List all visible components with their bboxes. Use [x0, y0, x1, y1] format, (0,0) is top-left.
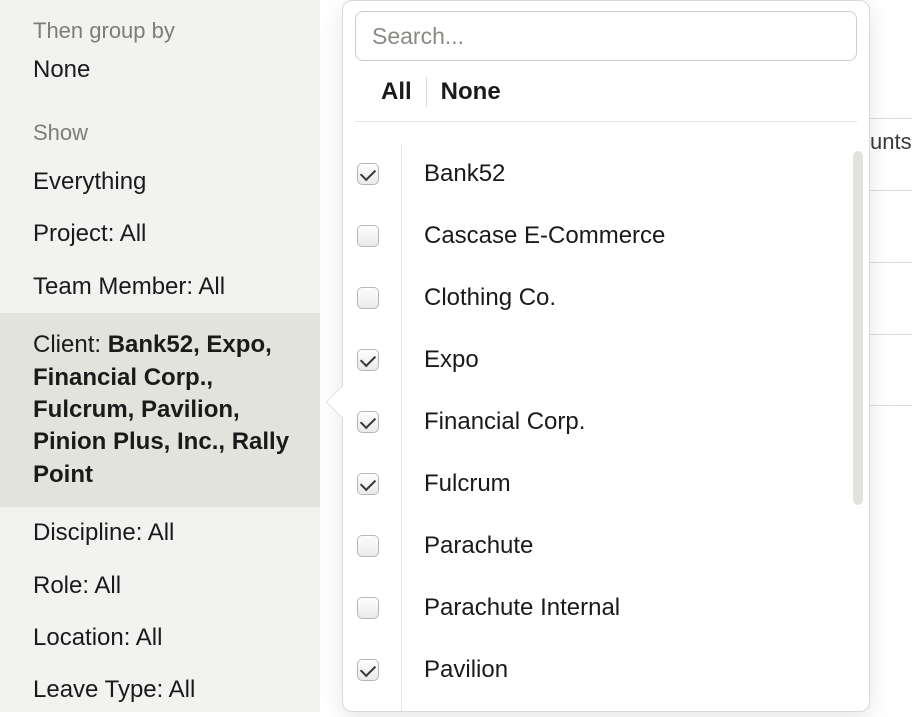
filter-label: Everything — [33, 168, 146, 195]
filter-value: All — [120, 220, 147, 247]
vertical-divider — [401, 391, 402, 453]
checkbox[interactable] — [357, 659, 379, 681]
list-item[interactable]: Pavilion — [343, 639, 869, 701]
option-label: Fulcrum — [424, 470, 869, 498]
filter-client[interactable]: Client: Bank52, Expo, Financial Corp., F… — [0, 313, 320, 507]
filter-team-member[interactable]: Team Member: All — [0, 261, 320, 313]
checkbox[interactable] — [357, 535, 379, 557]
filter-everything[interactable]: Everything — [0, 156, 320, 208]
filter-label: Discipline: — [33, 519, 142, 546]
list-item[interactable]: Clothing Co. — [343, 267, 869, 329]
list-item[interactable]: Pinion Plus, Inc. — [343, 701, 869, 711]
client-option-list[interactable]: Bank52 Cascase E-Commerce Clothing Co. E… — [343, 143, 869, 711]
vertical-divider — [401, 577, 402, 639]
vertical-divider — [401, 329, 402, 391]
vertical-divider — [401, 267, 402, 329]
filter-label: Project: — [33, 220, 114, 247]
filter-value: All — [94, 572, 121, 599]
option-label: Parachute — [424, 532, 869, 560]
search-input[interactable] — [355, 11, 857, 61]
list-item[interactable]: Cascase E-Commerce — [343, 205, 869, 267]
option-label: Clothing Co. — [424, 284, 869, 312]
client-filter-popover: All None Bank52 Cascase E-Commerce Cloth… — [342, 0, 870, 712]
filter-project[interactable]: Project: All — [0, 208, 320, 260]
option-label: Expo — [424, 346, 869, 374]
select-none-button[interactable]: None — [427, 78, 515, 106]
filter-discipline[interactable]: Discipline: All — [0, 507, 320, 559]
select-buttons-row: All None — [355, 61, 857, 122]
background-content: unts — [870, 118, 912, 418]
bg-column-header-fragment: unts — [870, 119, 912, 155]
filter-label: Role: — [33, 572, 89, 599]
filter-value: All — [148, 519, 175, 546]
checkbox[interactable] — [357, 349, 379, 371]
vertical-divider — [401, 143, 402, 205]
option-label: Parachute Internal — [424, 594, 869, 622]
list-item[interactable]: Bank52 — [343, 143, 869, 205]
filters-sidebar: Then group by None Show Everything Proje… — [0, 0, 320, 712]
checkbox[interactable] — [357, 411, 379, 433]
filter-label: Location: — [33, 624, 130, 651]
checkbox[interactable] — [357, 163, 379, 185]
option-label: Pavilion — [424, 656, 869, 684]
option-label: Financial Corp. — [424, 408, 869, 436]
filter-label: Leave Type: — [33, 676, 163, 703]
checkbox[interactable] — [357, 287, 379, 309]
vertical-divider — [401, 453, 402, 515]
filter-role[interactable]: Role: All — [0, 560, 320, 612]
filter-value: All — [198, 273, 225, 300]
popover-header: All None — [343, 1, 869, 122]
select-all-button[interactable]: All — [367, 78, 426, 106]
popover-caret-icon — [327, 386, 343, 418]
vertical-divider — [401, 701, 402, 711]
filter-location[interactable]: Location: All — [0, 612, 320, 664]
then-group-by-value[interactable]: None — [0, 50, 320, 112]
filter-leave-type[interactable]: Leave Type: All — [0, 664, 320, 716]
list-item[interactable]: Parachute — [343, 515, 869, 577]
list-item[interactable]: Parachute Internal — [343, 577, 869, 639]
list-item[interactable]: Expo — [343, 329, 869, 391]
vertical-divider — [401, 639, 402, 701]
checkbox[interactable] — [357, 225, 379, 247]
filter-value: All — [169, 676, 196, 703]
checkbox[interactable] — [357, 597, 379, 619]
vertical-divider — [401, 515, 402, 577]
vertical-divider — [401, 205, 402, 267]
show-section-label: Show — [0, 112, 320, 156]
then-group-by-label: Then group by — [0, 18, 320, 50]
filter-label: Team Member: — [33, 273, 193, 300]
option-label: Bank52 — [424, 160, 869, 188]
option-label: Cascase E-Commerce — [424, 222, 869, 250]
filter-value: All — [136, 624, 163, 651]
filter-label: Client: — [33, 331, 101, 358]
list-item[interactable]: Fulcrum — [343, 453, 869, 515]
checkbox[interactable] — [357, 473, 379, 495]
scrollbar-thumb[interactable] — [853, 151, 863, 505]
list-item[interactable]: Financial Corp. — [343, 391, 869, 453]
